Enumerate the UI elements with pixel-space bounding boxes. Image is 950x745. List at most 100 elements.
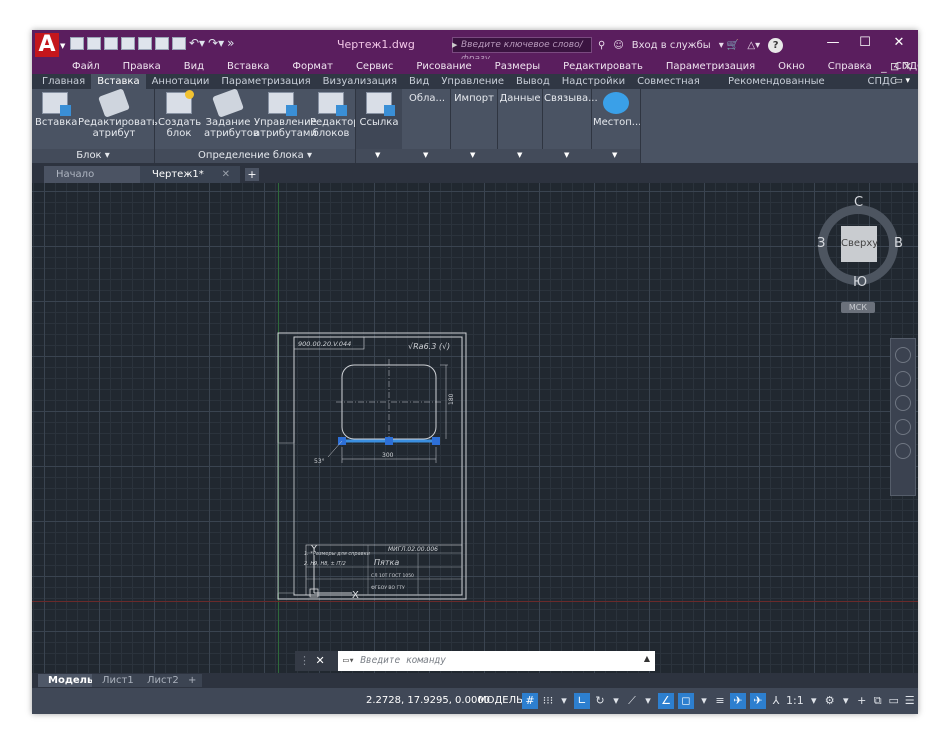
tab-home[interactable]: Главная xyxy=(36,74,91,89)
model-space-button[interactable]: МОДЕЛЬ xyxy=(478,693,523,709)
compass-west[interactable]: З xyxy=(817,236,825,251)
lineweight-icon[interactable]: ≡ xyxy=(714,693,726,709)
cloud-panel-button[interactable]: Обла... xyxy=(406,93,448,104)
ortho-icon[interactable]: ∟ xyxy=(574,693,590,709)
chevron-down-icon[interactable]: ▾ xyxy=(558,693,570,709)
tab-manage[interactable]: Управление xyxy=(435,74,510,89)
pan-icon[interactable] xyxy=(895,371,911,387)
redo-icon[interactable]: ↷▾ xyxy=(208,37,224,50)
location-button[interactable]: Местоп... xyxy=(593,89,641,128)
auto-scale-icon[interactable]: ✈ xyxy=(750,693,766,709)
minimize-button[interactable]: — xyxy=(818,35,848,50)
chevron-down-icon[interactable]: ▾ xyxy=(610,693,622,709)
showmotion-icon[interactable] xyxy=(895,443,911,459)
chevron-down-icon[interactable]: ▼ xyxy=(60,42,65,50)
maximize-button[interactable]: ☐ xyxy=(850,35,880,50)
cart-icon[interactable]: ▾ 🛒 xyxy=(719,40,740,51)
chevron-down-icon[interactable]: ▼ xyxy=(470,151,475,159)
menu-tools[interactable]: Сервис xyxy=(356,59,393,74)
chevron-down-icon[interactable]: ▼ xyxy=(564,151,569,159)
history-arrow-icon[interactable]: ▲ xyxy=(644,654,650,663)
tab-collaborate[interactable]: Совместная работа xyxy=(631,74,722,102)
block-panel-label[interactable]: Блок ▾ xyxy=(32,149,154,162)
tab-insert[interactable]: Вставка xyxy=(91,74,146,89)
menu-window-controls[interactable]: _ ⊡ ✕ xyxy=(881,59,912,74)
chevron-down-icon[interactable]: ▾ xyxy=(840,693,852,709)
steering-wheel-icon[interactable] xyxy=(895,347,911,363)
more-tools-icon[interactable]: » xyxy=(227,37,234,50)
close-icon[interactable]: ✕ xyxy=(222,166,230,183)
reference-button[interactable]: Ссылка xyxy=(358,89,400,128)
menu-file[interactable]: Файл xyxy=(72,59,100,74)
save-as-icon[interactable] xyxy=(121,37,135,50)
data-panel-button[interactable]: Данные xyxy=(499,93,541,104)
tab-layout1[interactable]: Лист1 xyxy=(92,674,144,687)
app-menu-button[interactable]: A xyxy=(35,33,59,57)
compass-south[interactable]: Ю xyxy=(853,275,867,290)
grid-icon[interactable]: # xyxy=(522,693,538,709)
import-panel-button[interactable]: Импорт xyxy=(452,93,496,104)
tab-layout2[interactable]: Лист2 xyxy=(137,674,189,687)
chevron-down-icon[interactable]: ▾ xyxy=(808,693,820,709)
plus-icon[interactable]: + xyxy=(856,693,868,709)
isolate-icon[interactable]: ⧉ xyxy=(872,693,884,709)
signin-link[interactable]: Вход в службы xyxy=(632,40,711,51)
menu-modify[interactable]: Редактировать xyxy=(563,59,643,74)
object-tracking-icon[interactable]: ∠ xyxy=(658,693,674,709)
grip-mid[interactable] xyxy=(385,437,393,445)
coordinates-readout[interactable]: 2.2728, 17.9295, 0.0000 xyxy=(366,693,490,709)
cloud-save-icon[interactable] xyxy=(155,37,169,50)
save-icon[interactable] xyxy=(104,37,118,50)
prompt-icon[interactable]: ▭▾ xyxy=(343,655,354,666)
tab-annotate[interactable]: Аннотации xyxy=(146,74,216,89)
viewcube-top-face[interactable]: Сверху xyxy=(841,226,878,262)
chevron-down-icon[interactable]: ▾ xyxy=(642,693,654,709)
tab-parametric[interactable]: Параметризация xyxy=(215,74,316,89)
ribbon-toggle-icon[interactable]: ▭ ▾ xyxy=(894,74,910,89)
help-icon[interactable]: ? xyxy=(768,38,784,53)
tab-visualize[interactable]: Визуализация xyxy=(317,74,403,89)
object-snap-icon[interactable]: ◻ xyxy=(678,693,694,709)
grip-icon[interactable]: ⋮ xyxy=(299,654,310,667)
chevron-down-icon[interactable]: ▼ xyxy=(375,151,380,159)
chevron-down-icon[interactable]: ▾ xyxy=(698,693,710,709)
annotation-visibility-icon[interactable]: ✈ xyxy=(730,693,746,709)
menu-insert[interactable]: Вставка xyxy=(227,59,269,74)
new-file-icon[interactable] xyxy=(70,37,84,50)
snap-icon[interactable]: ⁝⁝⁝ xyxy=(542,693,554,709)
close-icon[interactable]: ✕ xyxy=(316,654,325,667)
manage-attributes-button[interactable]: Управление атрибутами xyxy=(254,89,317,139)
compass-east[interactable]: В xyxy=(894,236,903,251)
linking-panel-button[interactable]: Связыва... xyxy=(544,93,598,104)
fullscreen-icon[interactable]: ▭ xyxy=(888,693,900,709)
tab-view[interactable]: Вид xyxy=(403,74,435,89)
menu-view[interactable]: Вид xyxy=(184,59,204,74)
command-input[interactable]: ▭▾ Введите команду xyxy=(343,653,446,669)
drawing-canvas[interactable]: 900.00.20.V.044 √Ra6.3 (√) 300 180 53° 1… xyxy=(32,183,918,673)
define-attributes-button[interactable]: Задание атрибутов xyxy=(204,88,259,139)
binoculars-icon[interactable]: ⚲ xyxy=(598,40,605,51)
menu-format[interactable]: Формат xyxy=(292,59,333,74)
menu-parametric[interactable]: Параметризация xyxy=(666,59,755,74)
tab-start[interactable]: Начало xyxy=(44,166,144,183)
tab-addins[interactable]: Надстройки xyxy=(556,74,631,89)
cloud-open-icon[interactable] xyxy=(138,37,152,50)
chevron-down-icon[interactable]: ▼ xyxy=(612,151,617,159)
chevron-down-icon[interactable]: ▼ xyxy=(423,151,428,159)
close-button[interactable]: ✕ xyxy=(884,35,914,50)
menu-window[interactable]: Окно xyxy=(778,59,805,74)
compass-north[interactable]: С xyxy=(854,195,863,210)
menu-dimension[interactable]: Размеры xyxy=(495,59,540,74)
tab-output[interactable]: Вывод xyxy=(510,74,556,89)
orbit-icon[interactable] xyxy=(895,419,911,435)
menu-draw[interactable]: Рисование xyxy=(416,59,471,74)
triangle-icon[interactable]: △▾ xyxy=(747,40,760,51)
isodraft-icon[interactable]: ⟋ xyxy=(626,693,638,709)
new-tab-button[interactable]: + xyxy=(245,168,259,181)
open-file-icon[interactable] xyxy=(87,37,101,50)
tab-drawing1[interactable]: Чертеж1* ✕ xyxy=(140,166,240,183)
add-layout-button[interactable]: + xyxy=(182,674,203,687)
edit-attribute-button[interactable]: Редактировать атрибут xyxy=(78,88,158,139)
customize-menu-icon[interactable]: ☰ xyxy=(904,693,916,709)
polar-icon[interactable]: ↻ xyxy=(594,693,606,709)
